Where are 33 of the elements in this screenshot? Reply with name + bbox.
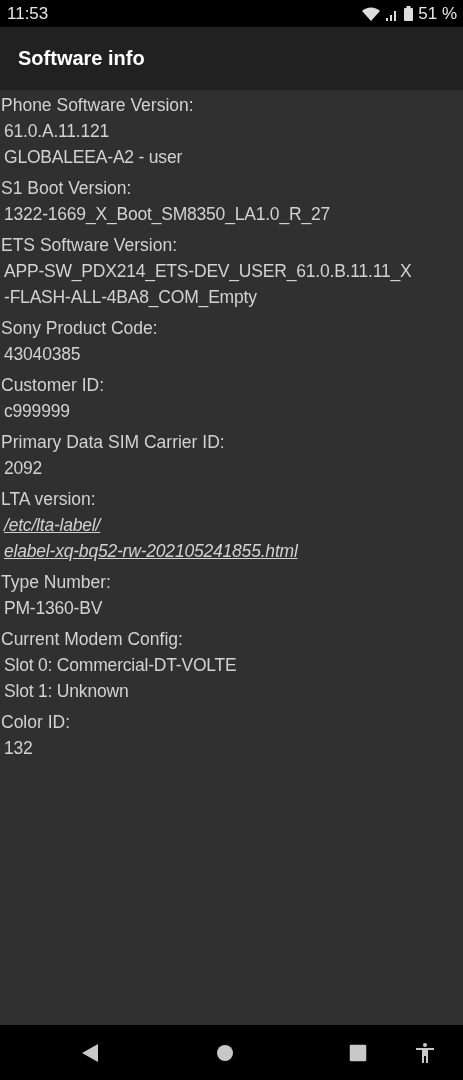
file-link[interactable]: elabel-xq-bq52-rw-202105241855.html	[0, 538, 463, 564]
info-label: Current Modem Config:	[0, 628, 184, 651]
info-value: Slot 0: Commercial-DT-VOLTE	[3, 654, 238, 677]
info-value: 61.0.A.11.121	[3, 120, 111, 143]
info-label: LTA version:	[0, 488, 97, 511]
info-value: -FLASH-ALL-4BA8_COM_Empty	[3, 286, 258, 310]
accessibility-icon[interactable]	[416, 1042, 434, 1063]
info-value: 43040385	[3, 343, 82, 366]
wifi-icon	[362, 6, 381, 21]
battery-icon	[404, 6, 414, 21]
info-value: PM-1360-BV	[3, 597, 104, 620]
info-label: Sony Product Code:	[0, 317, 159, 340]
info-label: Primary Data SIM Carrier ID:	[0, 431, 226, 454]
battery-percent: 51 %	[418, 3, 457, 24]
info-value: 2092	[3, 457, 44, 480]
info-value: c999999	[3, 400, 71, 423]
info-value: 1322-1669_X_Boot_SM8350_LA1.0_R_27	[3, 203, 331, 227]
info-value: GLOBALEEA-A2 - user	[3, 146, 184, 169]
recents-icon[interactable]	[349, 1044, 367, 1061]
back-icon[interactable]	[82, 1043, 98, 1062]
screen-title: Software info	[18, 47, 145, 70]
file-link[interactable]: /etc/lta-label/	[0, 512, 463, 538]
home-icon[interactable]	[217, 1044, 233, 1061]
clock-time: 11:53	[7, 3, 49, 24]
info-value: APP-SW_PDX214_ETS-DEV_USER_61.0.B.11.11_X	[3, 260, 413, 284]
info-label: Type Number:	[0, 571, 112, 594]
info-label: Customer ID:	[0, 374, 106, 397]
info-label: S1 Boot Version:	[0, 177, 133, 200]
info-label: Color ID:	[0, 711, 72, 734]
info-label: ETS Software Version:	[0, 234, 179, 257]
info-value: Slot 1: Unknown	[3, 680, 130, 703]
info-value: 132	[3, 737, 34, 760]
info-label: Phone Software Version:	[0, 94, 195, 117]
